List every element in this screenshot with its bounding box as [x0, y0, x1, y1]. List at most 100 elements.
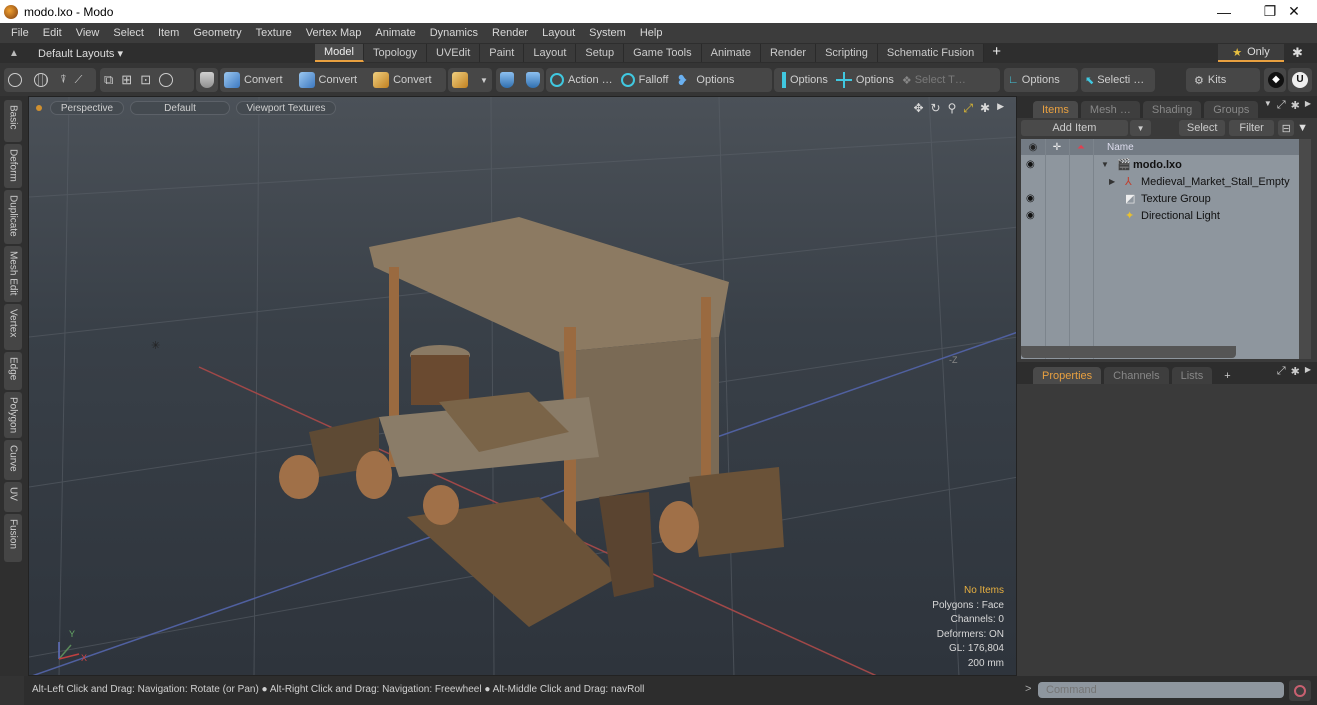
- tab-polygon[interactable]: Polygon: [4, 392, 22, 438]
- tab-render[interactable]: Render: [760, 44, 817, 62]
- menu-file[interactable]: File: [4, 27, 36, 39]
- tab-mesh[interactable]: Mesh …: [1080, 101, 1140, 118]
- expand-panel-icon[interactable]: ⤢: [1277, 99, 1286, 112]
- expand-arrow-icon[interactable]: ▶: [1109, 177, 1115, 186]
- eye-icon[interactable]: ◉: [1026, 159, 1035, 170]
- filter-button[interactable]: Filter: [1228, 120, 1275, 136]
- add-properties-tab-button[interactable]: +: [1215, 367, 1239, 384]
- maximize-icon[interactable]: ⤢: [963, 101, 973, 116]
- eye-icon[interactable]: ◉: [1026, 210, 1035, 221]
- gear-icon[interactable]: ✱: [1292, 45, 1303, 61]
- tab-duplicate[interactable]: Duplicate: [4, 190, 22, 244]
- tree-row-modo-lxo[interactable]: ◉ ▼ 🎬 modo.lxo: [1021, 156, 1299, 173]
- expand-panel-icon[interactable]: ⤢: [1277, 365, 1286, 378]
- only-button[interactable]: ★ Only: [1218, 44, 1284, 62]
- tab-layout[interactable]: Layout: [524, 44, 577, 62]
- move-view-icon[interactable]: ✥: [913, 101, 923, 116]
- tab-properties[interactable]: Properties: [1033, 367, 1102, 384]
- collapse-up-icon[interactable]: ▲: [0, 48, 28, 59]
- tab-uv[interactable]: UV: [4, 482, 22, 512]
- command-input[interactable]: [1038, 682, 1284, 698]
- funnel-icon[interactable]: ▼: [1297, 122, 1313, 134]
- menu-geometry[interactable]: Geometry: [186, 27, 248, 39]
- panel-arrow-icon[interactable]: ▶: [1305, 365, 1311, 378]
- tab-dropdown-icon[interactable]: ▼: [1264, 99, 1272, 112]
- tab-shading[interactable]: Shading: [1142, 101, 1202, 118]
- tree-row-medieval-market-stall[interactable]: ▶ ⅄ Medieval_Market_Stall_Empty: [1021, 173, 1299, 190]
- eye-icon[interactable]: ◉: [1026, 193, 1035, 204]
- close-button[interactable]: ✕: [1271, 0, 1317, 23]
- tab-uvedit[interactable]: UVEdit: [427, 44, 481, 62]
- unreal-button[interactable]: U: [1288, 68, 1312, 92]
- add-layout-tab-button[interactable]: +: [984, 43, 1009, 63]
- panel-arrow-icon[interactable]: ▶: [1305, 99, 1311, 112]
- tab-deform[interactable]: Deform: [4, 144, 22, 188]
- symmetry-button[interactable]: [522, 68, 548, 92]
- tab-animate[interactable]: Animate: [701, 44, 761, 62]
- add-item-dropdown[interactable]: ▼: [1129, 120, 1152, 136]
- center-mode-button[interactable]: [155, 68, 181, 92]
- tab-model[interactable]: Model: [315, 44, 364, 62]
- options-button-1[interactable]: ❥ Options: [672, 68, 738, 92]
- tree-row-texture-group[interactable]: ◉ ◩ Texture Group: [1021, 190, 1299, 207]
- menu-edit[interactable]: Edit: [36, 27, 69, 39]
- menu-system[interactable]: System: [582, 27, 633, 39]
- options-button-3[interactable]: Options: [832, 68, 898, 92]
- menu-animate[interactable]: Animate: [368, 27, 422, 39]
- rotate-view-icon[interactable]: ↻: [931, 101, 941, 116]
- items-mode-button[interactable]: ⟋: [71, 68, 87, 92]
- tab-topology[interactable]: Topology: [363, 44, 428, 62]
- select-through-button[interactable]: ❖ Select T…: [898, 68, 970, 92]
- menu-texture[interactable]: Texture: [249, 27, 299, 39]
- menu-view[interactable]: View: [69, 27, 107, 39]
- collapse-arrow-icon[interactable]: ▼: [1101, 160, 1109, 169]
- convert-button-2[interactable]: Convert: [295, 68, 362, 92]
- edges-mode-button[interactable]: [30, 68, 56, 92]
- lock-column-icon[interactable]: ✛: [1045, 142, 1069, 153]
- render-column-icon[interactable]: ⏶: [1069, 142, 1093, 153]
- unity-button[interactable]: ◆: [1264, 68, 1288, 92]
- snap-button[interactable]: [496, 68, 522, 92]
- menu-render[interactable]: Render: [485, 27, 535, 39]
- default-layouts-dropdown[interactable]: Default Layouts ▾: [28, 47, 148, 60]
- tab-edge[interactable]: Edge: [4, 352, 22, 390]
- action-center-button[interactable]: Action …: [546, 68, 617, 92]
- textures-dropdown[interactable]: Viewport Textures: [236, 101, 336, 115]
- tab-schematic-fusion[interactable]: Schematic Fusion: [877, 44, 985, 62]
- tab-basic[interactable]: Basic: [4, 100, 22, 142]
- tab-items[interactable]: Items: [1033, 101, 1078, 118]
- view-mode-dropdown[interactable]: Perspective: [50, 101, 124, 115]
- polygons-mode-button[interactable]: ⍒: [56, 68, 71, 92]
- panel-gear-icon[interactable]: ✱: [1291, 99, 1300, 112]
- collapse-icon[interactable]: ⊟: [1278, 120, 1295, 136]
- tab-setup[interactable]: Setup: [576, 44, 625, 62]
- falloff-button[interactable]: Falloff: [617, 68, 673, 92]
- convert-button-3[interactable]: Convert: [369, 68, 436, 92]
- tab-fusion[interactable]: Fusion: [4, 514, 22, 562]
- tab-mesh-edit[interactable]: Mesh Edit: [4, 246, 22, 302]
- viewport-gear-icon[interactable]: ✱: [980, 101, 990, 116]
- tab-paint[interactable]: Paint: [480, 44, 525, 62]
- tab-vertex[interactable]: Vertex: [4, 304, 22, 350]
- tab-lists[interactable]: Lists: [1171, 367, 1213, 384]
- options-button-4[interactable]: ∟ Options: [1004, 68, 1064, 92]
- menu-layout[interactable]: Layout: [535, 27, 582, 39]
- tree-row-directional-light[interactable]: ◉ ✦ Directional Light: [1021, 207, 1299, 224]
- tree-horizontal-scrollbar[interactable]: [1021, 346, 1236, 358]
- pivot-mode-button[interactable]: ⊡: [136, 68, 155, 92]
- options-button-2[interactable]: Options: [774, 68, 832, 92]
- viewport-status-dot[interactable]: [36, 105, 42, 111]
- minimize-button[interactable]: —: [1201, 0, 1247, 23]
- menu-dynamics[interactable]: Dynamics: [423, 27, 485, 39]
- vertices-mode-button[interactable]: [4, 68, 30, 92]
- tab-curve[interactable]: Curve: [4, 440, 22, 480]
- primitive-button[interactable]: [448, 68, 476, 92]
- 3d-viewport[interactable]: ✳ -Z Y X Perspective Default Viewport Te…: [28, 96, 1017, 676]
- shield-button[interactable]: [196, 68, 222, 92]
- add-item-button[interactable]: Add Item: [1021, 120, 1128, 136]
- selection-sets-button[interactable]: ⬉ Selecti …: [1081, 68, 1148, 92]
- expand-arrow-icon[interactable]: ▶: [997, 101, 1004, 116]
- uv-mode-button[interactable]: ⊞: [117, 68, 136, 92]
- kits-button[interactable]: ⚙ Kits: [1186, 68, 1230, 92]
- menu-select[interactable]: Select: [106, 27, 151, 39]
